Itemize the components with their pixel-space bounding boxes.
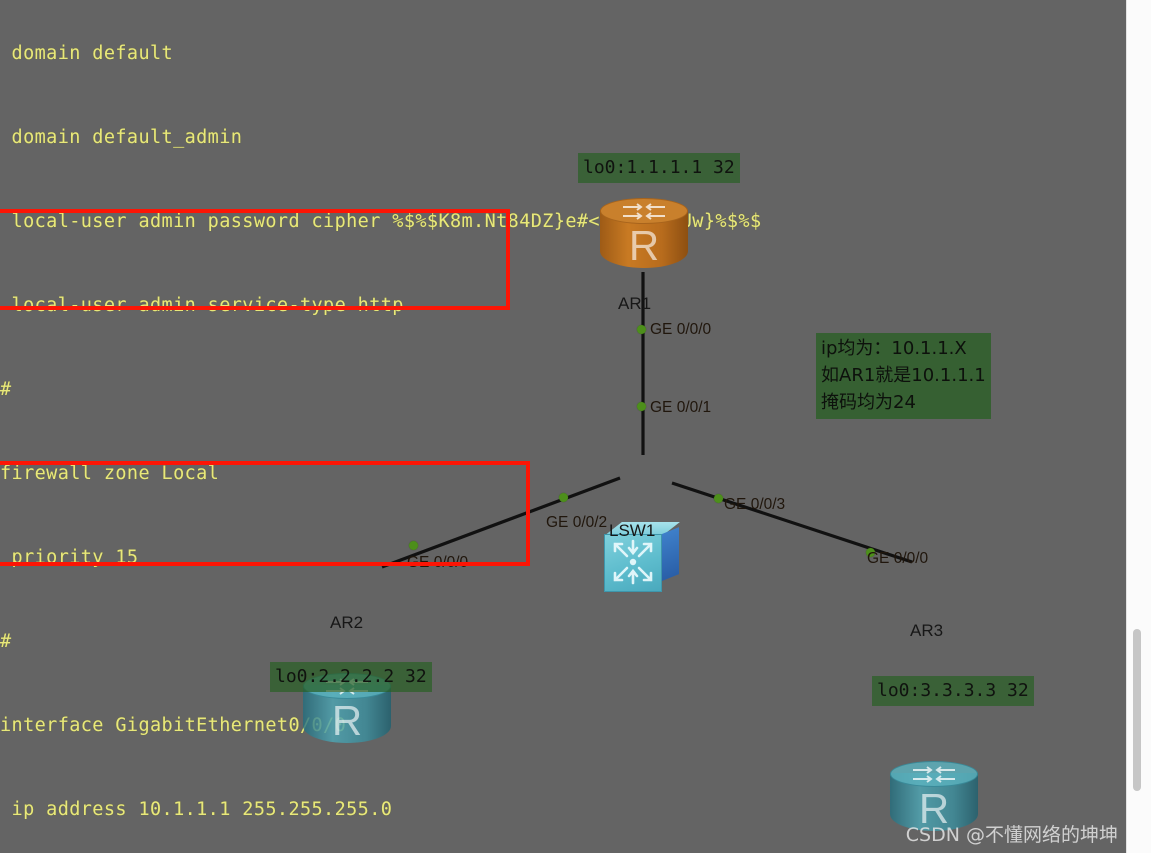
router-glyph: R — [331, 697, 363, 744]
console-line: domain default_admin — [0, 127, 243, 148]
router-glyph: R — [628, 222, 660, 269]
console-line: domain default — [0, 43, 174, 64]
highlight-loopback0-config — [0, 461, 530, 566]
port-label-ar3-ge000: GE 0/0/0 — [867, 550, 929, 567]
switch-arrows-icon — [613, 539, 653, 585]
console-line: interface GigabitEthernet0/0/0 — [0, 715, 347, 736]
port-label-lsw1-ge001: GE 0/0/1 — [650, 399, 712, 416]
port-dot-ar1-ge000[interactable] — [637, 325, 646, 334]
note-lo0-ar3: lo0:3.3.3.3 32 — [872, 676, 1034, 706]
switch-side-face — [662, 527, 679, 581]
csdn-watermark: CSDN @不懂网络的坤坤 — [905, 824, 1118, 846]
device-label-ar1: AR1 — [618, 294, 652, 313]
device-label-lsw1: LSW1 — [609, 521, 656, 540]
console-line: ip address 10.1.1.1 255.255.255.0 — [0, 799, 393, 820]
port-dot-lsw1-ge003[interactable] — [714, 494, 723, 503]
port-label-lsw1-ge003: GE 0/0/3 — [724, 496, 786, 513]
device-label-ar2: AR2 — [330, 613, 364, 632]
port-label-lsw1-ge002: GE 0/0/2 — [546, 514, 608, 531]
port-dot-lsw1-ge002[interactable] — [559, 493, 568, 502]
note-ip-plan: ip均为：10.1.1.X 如AR1就是10.1.1.1 掩码均为24 — [816, 333, 991, 419]
port-label-ar1-ge000: GE 0/0/0 — [650, 321, 712, 338]
note-lo0-ar2: lo0:2.2.2.2 32 — [270, 662, 432, 692]
console-and-topology-canvas: domain default domain default_admin loca… — [0, 0, 1126, 853]
router-arrows-icon — [623, 203, 665, 220]
note-lo0-ar1: lo0:1.1.1.1 32 — [578, 153, 740, 183]
highlight-gigabitethernet0-0-0-config — [0, 209, 510, 310]
console-line: # — [0, 631, 12, 652]
console-output: domain default domain default_admin loca… — [0, 0, 1000, 853]
router-arrows-icon — [913, 766, 955, 783]
vertical-scrollbar-thumb[interactable] — [1133, 629, 1141, 791]
screenshot-root: domain default domain default_admin loca… — [0, 0, 1151, 853]
port-dot-lsw1-ge001[interactable] — [637, 402, 646, 411]
device-ar1[interactable]: R — [600, 198, 688, 280]
device-label-ar3: AR3 — [910, 621, 944, 640]
